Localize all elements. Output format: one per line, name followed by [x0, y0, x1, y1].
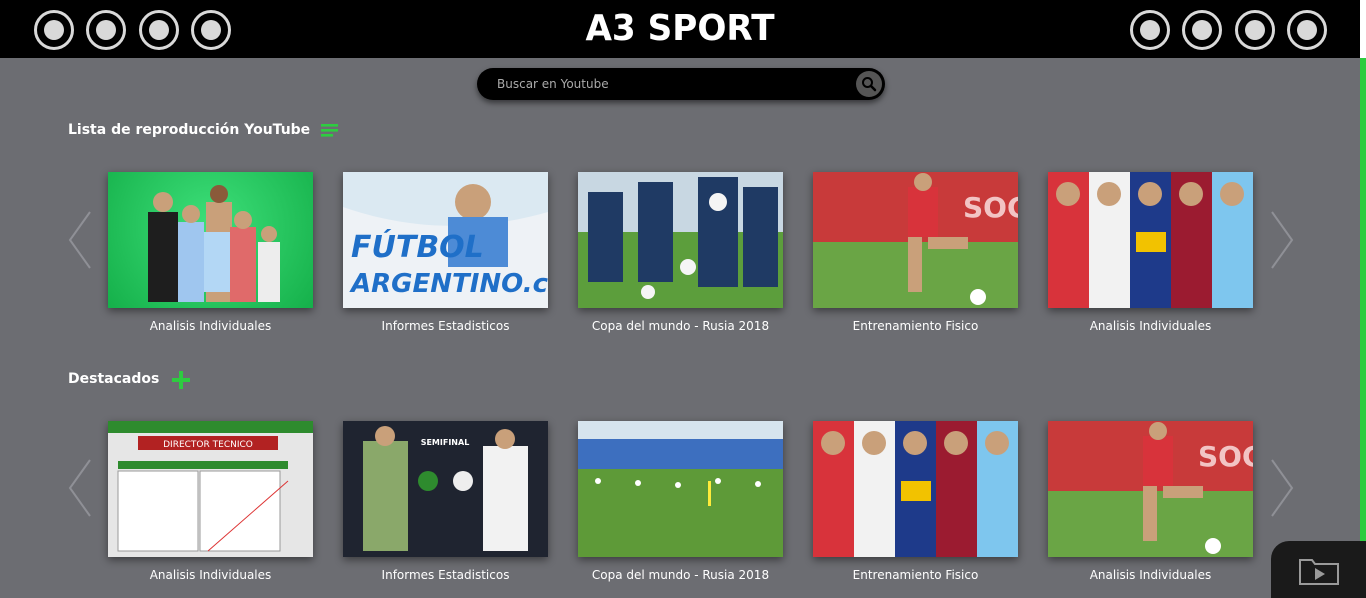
- video-thumbnail[interactable]: [108, 172, 313, 308]
- video-folder-button[interactable]: [1271, 541, 1366, 598]
- video-thumbnail[interactable]: [578, 421, 783, 557]
- search-icon: [862, 77, 877, 92]
- software-screen-image: DIRECTOR TECNICO: [108, 421, 313, 552]
- video-caption: Analisis Individuales: [1089, 568, 1212, 582]
- video-thumbnail[interactable]: DIRECTOR TECNICO: [108, 421, 313, 557]
- scrollbar-thumb[interactable]: [1360, 58, 1366, 598]
- carousel-next-arrow[interactable]: [1268, 458, 1296, 518]
- training-field-image: [578, 421, 783, 557]
- scrollbar[interactable]: [1360, 0, 1366, 598]
- video-caption: Analisis Individuales: [149, 568, 272, 582]
- video-thumbnail[interactable]: [813, 421, 1018, 557]
- svg-text:FÚTBOL: FÚTBOL: [351, 228, 484, 265]
- circle-icon: [1297, 20, 1317, 40]
- futbol-argentino-image: FÚTBOL ARGENTINO.com: [343, 172, 548, 308]
- svg-text:DIRECTOR TECNICO: DIRECTOR TECNICO: [163, 440, 253, 450]
- circle-icon: [1192, 20, 1212, 40]
- circle-icon: [1245, 20, 1265, 40]
- video-caption: Informes Estadisticos: [381, 568, 510, 582]
- search-input[interactable]: [497, 74, 827, 94]
- players-collage-image: [813, 421, 1018, 557]
- video-caption: Entrenamiento Fisico: [852, 319, 979, 333]
- carousel-prev-arrow[interactable]: [66, 210, 94, 270]
- search-bar: [477, 68, 885, 100]
- video-caption: Informes Estadisticos: [381, 319, 510, 333]
- semifinal-image: SEMIFINAL: [343, 421, 548, 557]
- video-thumbnail[interactable]: [578, 172, 783, 308]
- video-caption: Analisis Individuales: [149, 319, 272, 333]
- menu-button-6[interactable]: [1182, 10, 1222, 50]
- video-thumbnail[interactable]: [1048, 172, 1253, 308]
- carousel-prev-arrow[interactable]: [66, 458, 94, 518]
- video-caption: Copa del mundo - Rusia 2018: [591, 568, 770, 582]
- players-image: [148, 185, 280, 302]
- training-image: [578, 172, 783, 308]
- player-kicking-image: SOC: [1048, 421, 1253, 557]
- video-folder-icon: [1298, 558, 1339, 585]
- menu-button-5[interactable]: [1130, 10, 1170, 50]
- plus-icon[interactable]: [172, 371, 190, 389]
- svg-text:SOC: SOC: [963, 191, 1018, 224]
- svg-text:ARGENTINO.com: ARGENTINO.com: [349, 269, 548, 299]
- carousel-next-arrow[interactable]: [1268, 210, 1296, 270]
- player-kicking-image: SOC: [813, 172, 1018, 308]
- video-thumbnail[interactable]: SEMIFINAL: [343, 421, 548, 557]
- svg-text:SOC: SOC: [1198, 440, 1253, 473]
- video-thumbnail[interactable]: SOC: [813, 172, 1018, 308]
- top-bar: A3 SPORT: [0, 0, 1366, 58]
- video-caption: Copa del mundo - Rusia 2018: [591, 319, 770, 333]
- players-collage-image: [1048, 172, 1253, 308]
- section-title-featured: Destacados: [68, 371, 160, 387]
- section-title-playlist: Lista de reproducción YouTube: [68, 122, 311, 138]
- video-thumbnail[interactable]: SOC: [1048, 421, 1253, 557]
- svg-text:SEMIFINAL: SEMIFINAL: [421, 438, 470, 447]
- video-thumbnail[interactable]: FÚTBOL ARGENTINO.com: [343, 172, 548, 308]
- menu-button-8[interactable]: [1287, 10, 1327, 50]
- video-caption: Entrenamiento Fisico: [852, 568, 979, 582]
- circle-icon: [1140, 20, 1160, 40]
- menu-button-7[interactable]: [1235, 10, 1275, 50]
- search-button[interactable]: [856, 71, 882, 97]
- playlist-icon[interactable]: [321, 123, 339, 139]
- video-caption: Analisis Individuales: [1089, 319, 1212, 333]
